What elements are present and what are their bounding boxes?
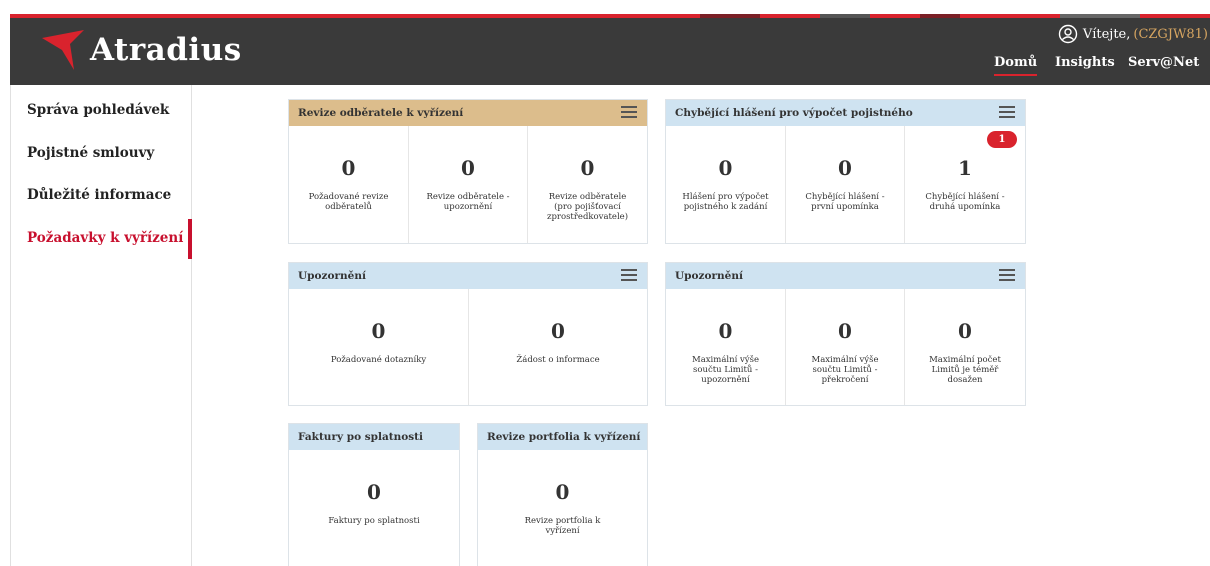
list-menu-icon[interactable] [621, 106, 637, 120]
card-header: Faktury po splatnosti [289, 424, 459, 450]
metric-label: Revize odběratele - upozornění [426, 192, 510, 212]
metric-tile[interactable]: 0 Chybějící hlášení - první upomínka [785, 126, 904, 243]
sidebar-item-pozadavky-k-vyrizeni[interactable]: Požadavky k vyřízení [27, 230, 183, 246]
card-header: Revize portfolia k vyřízení [478, 424, 647, 450]
card-title: Chybějící hlášení pro výpočet pojistného [675, 107, 913, 119]
metric-tile[interactable]: 0 Maximální výše součtu Limitů - překroč… [785, 289, 904, 405]
metric-value: 0 [838, 156, 852, 180]
brand-name: Atradius [90, 32, 242, 68]
metric-value: 0 [371, 319, 386, 343]
metric-tile[interactable]: 0 Revize portfolia k vyřízení [478, 450, 647, 566]
list-menu-icon[interactable] [621, 269, 637, 283]
nav-servnet[interactable]: Serv@Net [1128, 55, 1199, 70]
metric-tile[interactable]: 0 Faktury po splatnosti [289, 450, 459, 566]
card-upozorneni-dotazniky: Upozornění 0 Požadované dotazníky 0 Žádo… [288, 262, 648, 406]
nav-label: Insights [1055, 55, 1115, 70]
metric-value: 0 [718, 156, 733, 180]
metric-label: Chybějící hlášení - první upomínka [805, 192, 885, 212]
card-title: Faktury po splatnosti [298, 431, 424, 443]
card-header: Upozornění [666, 263, 1025, 289]
header-accent-segment [820, 14, 870, 18]
metric-value: 0 [838, 319, 852, 343]
sidebar-item-pojistne-smlouvy[interactable]: Pojistné smlouvy [27, 145, 154, 161]
user-welcome[interactable]: Vítejte, (CZGJW81) [1058, 24, 1208, 44]
user-circle-icon [1058, 24, 1078, 44]
atradius-logo-icon [42, 30, 84, 70]
metric-label: Maximální výše součtu Limitů - upozorněn… [691, 355, 760, 385]
metric-tile[interactable]: 0 Revize odběratele - upozornění [408, 126, 527, 243]
metric-value: 0 [341, 156, 356, 180]
card-chybejici-hlaseni: Chybějící hlášení pro výpočet pojistného… [665, 99, 1026, 244]
sidebar-active-marker [188, 219, 192, 259]
sidebar-item-sprava-pohledavek[interactable]: Správa pohledávek [27, 102, 169, 118]
card-upozorneni-limity: Upozornění 0 Maximální výše součtu Limit… [665, 262, 1026, 406]
card-header: Upozornění [289, 263, 647, 289]
card-header: Revize odběratele k vyřízení [289, 100, 647, 126]
metric-label: Požadované dotazníky [330, 355, 427, 365]
left-sidebar: Správa pohledávek Pojistné smlouvy Důlež… [10, 85, 192, 566]
card-title: Revize portfolia k vyřízení [487, 431, 641, 443]
card-title: Revize odběratele k vyřízení [298, 107, 464, 119]
header-accent-segment [1060, 14, 1140, 18]
metric-value: 0 [555, 480, 570, 504]
metric-value: 0 [958, 319, 972, 343]
welcome-text: Vítejte, [1082, 26, 1131, 42]
metric-value: 0 [580, 156, 595, 180]
metric-label: Revize odběratele (pro pojišťovací zpros… [546, 192, 629, 222]
metric-label: Chybějící hlášení - druhá upomínka [925, 192, 1005, 212]
metric-label: Maximální počet Limitů je téměř dosažen [929, 355, 1001, 385]
nav-label: Serv@Net [1128, 55, 1200, 70]
metric-tile[interactable]: 1 1 Chybějící hlášení - druhá upomínka [904, 126, 1025, 243]
metric-value: 0 [551, 319, 565, 343]
user-code: (CZGJW81) [1133, 26, 1208, 42]
metric-label: Maximální výše součtu Limitů - překročen… [811, 355, 879, 385]
metric-tile[interactable]: 0 Revize odběratele (pro pojišťovací zpr… [527, 126, 647, 243]
notification-badge: 1 [987, 131, 1017, 148]
sidebar-item-dulezite-informace[interactable]: Důležité informace [27, 187, 171, 203]
card-header: Chybějící hlášení pro výpočet pojistného [666, 100, 1025, 126]
metric-tile[interactable]: 0 Požadované dotazníky [289, 289, 468, 405]
nav-domu[interactable]: Domů [994, 55, 1038, 76]
card-title: Upozornění [675, 270, 743, 282]
card-faktury-po-splatnosti: Faktury po splatnosti 0 Faktury po splat… [288, 423, 460, 566]
metric-label: Požadované revize odběratelů [308, 192, 389, 212]
list-menu-icon[interactable] [999, 269, 1015, 283]
metric-tile[interactable]: 0 Požadované revize odběratelů [289, 126, 408, 243]
metric-value: 0 [367, 480, 381, 504]
metric-tile[interactable]: 0 Hlášení pro výpočet pojistného k zadán… [666, 126, 785, 243]
metric-label: Revize portfolia k vyřízení [524, 516, 601, 536]
metric-tile[interactable]: 0 Žádost o informace [468, 289, 647, 405]
card-title: Upozornění [298, 270, 366, 282]
metric-tile[interactable]: 0 Maximální výše součtu Limitů - upozorn… [666, 289, 785, 405]
brand-logo[interactable]: Atradius [40, 28, 242, 72]
metric-tile[interactable]: 0 Maximální počet Limitů je téměř dosaže… [904, 289, 1025, 405]
active-nav-indicator [994, 74, 1038, 76]
card-revize-portfolia: Revize portfolia k vyřízení 0 Revize por… [477, 423, 648, 566]
metric-value: 1 [958, 156, 972, 180]
metric-label: Žádost o informace [516, 355, 600, 365]
list-menu-icon[interactable] [999, 106, 1015, 120]
metric-value: 0 [461, 156, 475, 180]
card-revize-odberatele: Revize odběratele k vyřízení 0 Požadovan… [288, 99, 648, 244]
header-accent-segment [920, 14, 960, 18]
metric-label: Hlášení pro výpočet pojistného k zadání [682, 192, 769, 212]
metric-label: Faktury po splatnosti [328, 516, 420, 526]
header-accent-line [10, 14, 1210, 18]
nav-insights[interactable]: Insights [1055, 55, 1115, 70]
metric-value: 0 [718, 319, 733, 343]
nav-label: Domů [994, 55, 1038, 70]
header-accent-segment [700, 14, 760, 18]
